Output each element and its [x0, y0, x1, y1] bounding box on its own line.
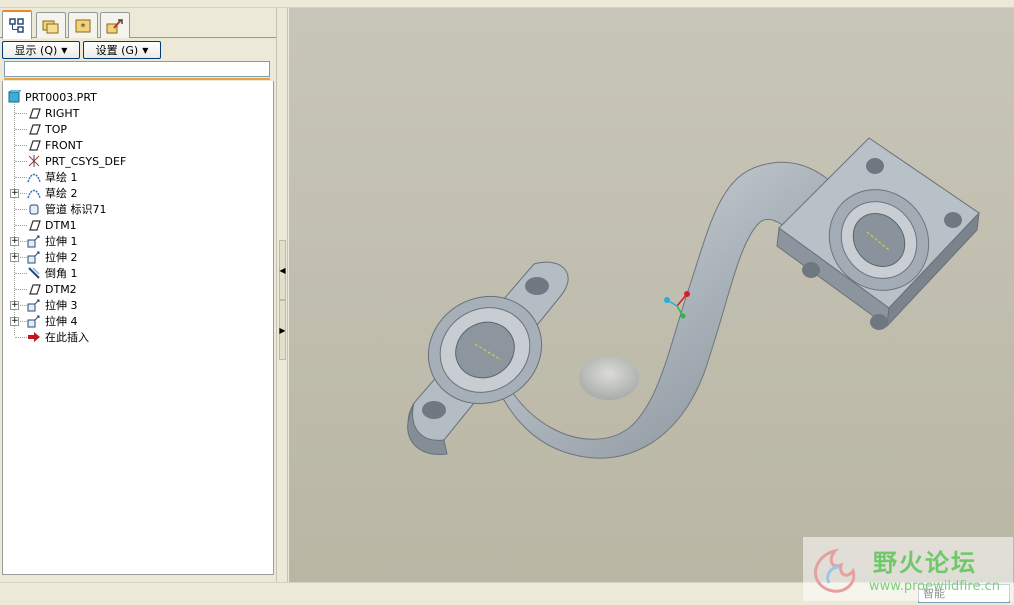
watermark-url: www.proewildfire.cn [869, 579, 1000, 594]
accent-divider [4, 78, 270, 80]
pipe-bend-highlight [579, 356, 639, 400]
tree-guide-branch [15, 145, 27, 146]
tree-node-label: 拉伸 3 [45, 299, 78, 312]
tree-node-label: DTM1 [45, 218, 77, 232]
tree-node[interactable]: 管道 标识71 [27, 201, 107, 217]
part-icon [7, 90, 21, 104]
tree-node-label: 拉伸 4 [45, 315, 78, 328]
tree-guide-branch [15, 225, 27, 226]
pipe-icon [27, 202, 41, 216]
tree-node[interactable]: 倒角 1 [27, 265, 78, 281]
show-menu-label: 显示 (Q) [14, 44, 58, 57]
tree-node-label: 管道 标识71 [45, 203, 107, 216]
tree-node-label: PRT_CSYS_DEF [45, 154, 127, 168]
panel-splitter[interactable]: ◀ ▶ [276, 8, 288, 582]
tree-node[interactable]: 在此插入 [27, 329, 89, 345]
tree-node[interactable]: 拉伸 1 [27, 233, 78, 249]
datum-plane-icon [27, 218, 41, 232]
tree-node-label: 倒角 1 [45, 267, 78, 280]
connections-icon [106, 18, 123, 33]
tree-node[interactable]: 拉伸 2 [27, 249, 78, 265]
flame-logo-icon [814, 548, 856, 593]
tree-node-label: 拉伸 2 [45, 251, 78, 264]
tree-node[interactable]: RIGHT [27, 105, 79, 121]
expand-right-button[interactable]: ▶ [279, 300, 286, 360]
tree-node[interactable]: DTM2 [27, 281, 77, 297]
tree-node-label: 草绘 1 [45, 171, 78, 184]
chevron-down-icon: ▼ [142, 45, 149, 55]
tree-node[interactable]: 草绘 2 [27, 185, 78, 201]
csys-icon [27, 154, 41, 168]
svg-text:*: * [81, 22, 86, 33]
folder-browser-icon [42, 20, 59, 33]
navigator-panel: * 显示 (Q) ▼ 设置 (G) ▼ PRT0003.PRT RIGHT TOP F… [0, 8, 276, 582]
chevron-left-icon: ◀ [279, 265, 286, 275]
tab-connections[interactable] [100, 12, 130, 38]
tree-guide-branch [15, 129, 27, 130]
model-tree: PRT0003.PRT RIGHT TOP FRONT PRT_CSYS_DEF 草绘 1… [2, 81, 274, 575]
tab-favorites[interactable]: * [68, 12, 98, 38]
tree-expand-toggle[interactable]: + [10, 237, 19, 246]
tree-node-label: 拉伸 1 [45, 235, 78, 248]
tree-node-label: FRONT [45, 138, 83, 152]
extrude-icon [27, 298, 41, 312]
tree-node[interactable]: 草绘 1 [27, 169, 78, 185]
watermark-title: 野火论坛 [873, 548, 977, 577]
datum-plane-icon [27, 106, 41, 120]
favorites-icon: * [75, 19, 91, 33]
navigator-tab-bar: * [0, 10, 276, 39]
tree-node-label: TOP [45, 122, 68, 136]
tree-node[interactable]: 拉伸 4 [27, 313, 78, 329]
chamfer-icon [27, 266, 41, 280]
sketch-icon [27, 186, 41, 200]
tree-node-label: PRT0003.PRT [25, 90, 97, 104]
top-strip [0, 0, 1014, 8]
tree-expand-toggle[interactable]: + [10, 189, 19, 198]
pipe-part-model[interactable] [289, 8, 1014, 582]
extrude-icon [27, 234, 41, 248]
tree-guide-branch [15, 113, 27, 114]
tree-guide-branch [15, 337, 27, 338]
tree-search-input[interactable] [4, 61, 270, 77]
tree-guide-branch [15, 289, 27, 290]
collapse-left-button[interactable]: ◀ [279, 240, 286, 300]
tree-guide-branch [15, 161, 27, 162]
tree-expand-toggle[interactable]: + [10, 301, 19, 310]
tree-node-label: RIGHT [45, 106, 80, 120]
tree-node[interactable]: DTM1 [27, 217, 77, 233]
insert-here-arrow-icon [27, 330, 41, 344]
forum-watermark: 野火论坛 www.proewildfire.cn [803, 537, 1013, 601]
tree-node-label: DTM2 [45, 282, 77, 296]
tree-node-label: 草绘 2 [45, 187, 78, 200]
tree-node-label: 在此插入 [45, 331, 89, 344]
chevron-down-icon: ▼ [61, 45, 68, 55]
datum-plane-icon [27, 122, 41, 136]
settings-menu-label: 设置 (G) [95, 44, 139, 57]
tree-guide-branch [15, 209, 27, 210]
chevron-right-icon: ▶ [279, 325, 286, 335]
graphics-viewport[interactable] [289, 8, 1014, 582]
model-tree-icon [9, 17, 24, 33]
tree-node[interactable]: TOP [27, 121, 67, 137]
tab-model-tree[interactable] [2, 10, 32, 39]
tree-guide-branch [15, 177, 27, 178]
datum-plane-icon [27, 282, 41, 296]
datum-plane-icon [27, 138, 41, 152]
navigator-button-row: 显示 (Q) ▼ 设置 (G) ▼ [2, 41, 274, 59]
sketch-icon [27, 170, 41, 184]
show-menu-button[interactable]: 显示 (Q) ▼ [2, 41, 80, 59]
tree-expand-toggle[interactable]: + [10, 253, 19, 262]
tree-node[interactable]: 拉伸 3 [27, 297, 78, 313]
tree-node[interactable]: PRT0003.PRT [7, 89, 97, 105]
tree-node[interactable]: PRT_CSYS_DEF [27, 153, 126, 169]
tab-folder-browser[interactable] [36, 12, 66, 38]
tree-guide-branch [15, 273, 27, 274]
tree-expand-toggle[interactable]: + [10, 317, 19, 326]
tree-node[interactable]: FRONT [27, 137, 83, 153]
settings-menu-button[interactable]: 设置 (G) ▼ [83, 41, 161, 59]
extrude-icon [27, 250, 41, 264]
extrude-icon [27, 314, 41, 328]
